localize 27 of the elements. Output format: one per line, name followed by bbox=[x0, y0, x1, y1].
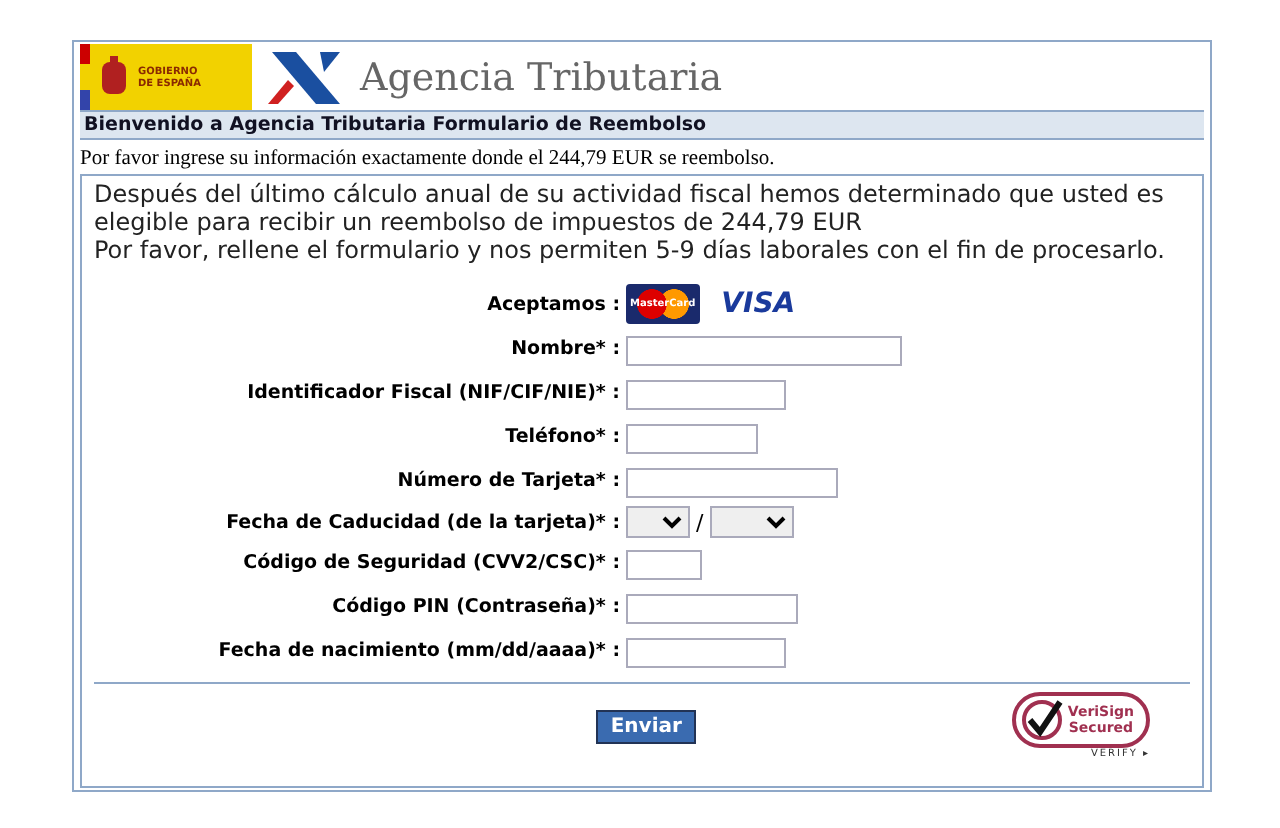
field-label: Nombre* : bbox=[509, 338, 622, 360]
card-logo: VISA bbox=[721, 288, 796, 320]
intro-text: Después del último cálculo anual de su actividad fiscal hemos determinado que usted es elegible para recibir un reembolso de impuestos de 244,79 EUR bbox=[94, 180, 1166, 236]
date-separator: / bbox=[696, 509, 704, 535]
notice-text: Por favor ingrese su información exactamente donde el 244,79 EUR se reembolso. bbox=[80, 146, 777, 174]
field-label: Código PIN (Contraseña)* : bbox=[330, 596, 622, 618]
field-label: Número de Tarjeta* : bbox=[395, 470, 622, 492]
submit-button[interactable]: Enviar bbox=[596, 709, 696, 743]
text-input[interactable] bbox=[626, 468, 838, 498]
text-input[interactable] bbox=[626, 380, 786, 410]
year-select[interactable] bbox=[709, 506, 794, 538]
text-input[interactable] bbox=[626, 550, 702, 580]
page-title: Bienvenido a Agencia Tributaria Formulario de Reembolso bbox=[80, 110, 1204, 140]
text-input[interactable] bbox=[626, 336, 902, 366]
field-label: Aceptamos : bbox=[485, 293, 622, 315]
text-input[interactable] bbox=[626, 638, 786, 668]
field-label: Teléfono* : bbox=[503, 426, 622, 448]
field-label: Fecha de Caducidad (de la tarjeta)* : bbox=[224, 511, 622, 533]
month-select[interactable] bbox=[626, 506, 690, 538]
field-label: Fecha de nacimiento (mm/dd/aaaa)* : bbox=[216, 640, 622, 662]
field-label: Identificador Fiscal (NIF/CIF/NIE)* : bbox=[245, 382, 622, 404]
field-label: Código de Seguridad (CVV2/CSC)* : bbox=[241, 552, 622, 574]
checkmark-icon bbox=[1019, 698, 1064, 742]
text-input[interactable] bbox=[626, 424, 758, 454]
coat-of-arms-icon bbox=[98, 55, 130, 99]
intro-text: Por favor, rellene el formulario y nos permiten 5-9 días laborales con el fin de procesarlo. bbox=[94, 236, 1167, 264]
text-input[interactable] bbox=[626, 594, 798, 624]
